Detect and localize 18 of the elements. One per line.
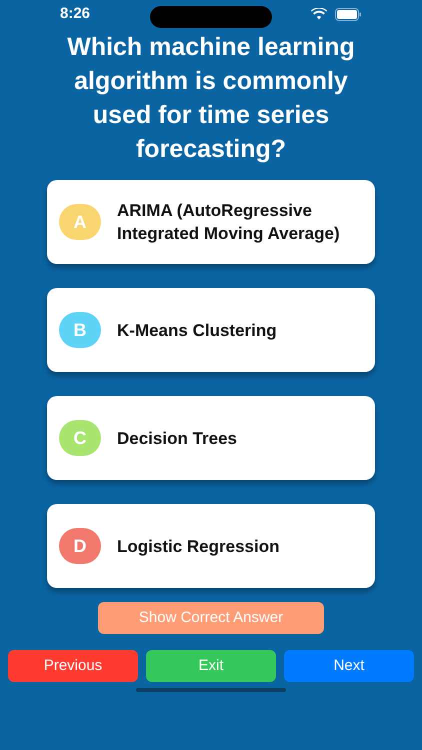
next-button[interactable]: Next [284, 650, 414, 682]
wifi-icon [311, 8, 327, 20]
battery-icon [335, 8, 362, 20]
previous-button[interactable]: Previous [8, 650, 138, 682]
option-text: ARIMA (AutoRegressive Integrated Moving Average) [117, 200, 341, 245]
answer-option[interactable]: B K-Means Clustering [47, 288, 375, 372]
option-text: K-Means Clustering [117, 320, 277, 342]
answer-option[interactable]: D Logistic Regression [47, 504, 375, 588]
answer-option[interactable]: C Decision Trees [47, 396, 375, 480]
option-letter: A [59, 204, 101, 240]
option-text: Logistic Regression [117, 536, 280, 558]
option-letter: D [59, 528, 101, 564]
answer-option[interactable]: A ARIMA (AutoRegressive Integrated Moving Average) [47, 180, 375, 264]
question-text: Which machine learning algorithm is commonly used for time series forecasting? [66, 32, 356, 165]
option-text: Decision Trees [117, 428, 238, 450]
option-letter: B [59, 312, 101, 348]
option-letter: C [59, 420, 101, 456]
status-time: 8:26 [60, 4, 90, 24]
